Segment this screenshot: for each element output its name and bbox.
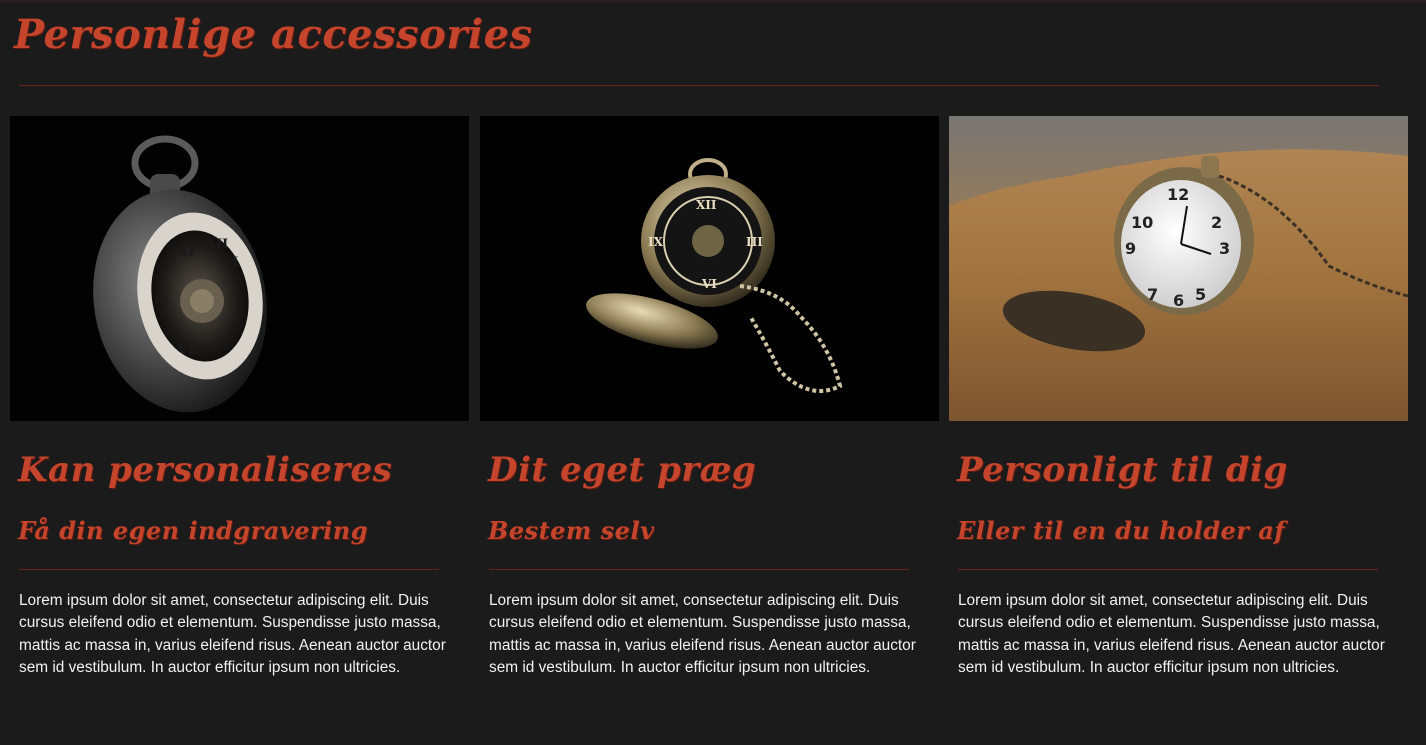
card-subheading: Få din egen indgravering (18, 516, 368, 545)
card-image-watch-dark: XI XII I IX VII (10, 116, 469, 421)
card-image-watch-open: XII IX III VI (480, 116, 939, 421)
svg-text:10: 10 (1131, 213, 1153, 232)
card-praeg: XII IX III VI Dit eget præg Bestem selv … (480, 116, 939, 676)
card-heading: Dit eget præg (488, 450, 757, 490)
card-subheading: Eller til en du holder af (957, 516, 1286, 545)
svg-text:9: 9 (1125, 239, 1136, 258)
top-border (0, 0, 1426, 3)
page: Personlige accessories XI XII I IX VII K… (0, 0, 1426, 745)
svg-text:6: 6 (1173, 291, 1184, 310)
card-divider (19, 569, 439, 570)
pocket-watch-dark-icon: XI XII I IX VII (10, 116, 469, 421)
svg-text:VI: VI (701, 277, 717, 291)
card-subheading: Bestem selv (488, 516, 655, 545)
card-divider (958, 569, 1378, 570)
svg-text:XI: XI (178, 245, 194, 260)
svg-text:XII: XII (696, 198, 717, 212)
svg-text:IX: IX (648, 235, 664, 249)
svg-text:12: 12 (1167, 185, 1189, 204)
svg-text:5: 5 (1195, 285, 1206, 304)
title-divider (19, 85, 1379, 86)
card-personaliseres: XI XII I IX VII Kan personaliseres Få di… (10, 116, 469, 676)
svg-text:IX: IX (154, 293, 171, 308)
page-title: Personlige accessories (14, 11, 533, 58)
svg-text:3: 3 (1219, 239, 1230, 258)
pocket-watch-open-icon: XII IX III VI (480, 116, 939, 421)
card-divider (489, 569, 909, 570)
card-text: Lorem ipsum dolor sit amet, consectetur … (19, 592, 446, 676)
svg-text:2: 2 (1211, 213, 1222, 232)
card-heading: Kan personaliseres (18, 450, 393, 490)
card-personligt: 12 10 2 9 3 7 6 5 Personligt til dig Ell… (949, 116, 1408, 676)
svg-text:7: 7 (1147, 285, 1158, 304)
svg-text:VII: VII (177, 343, 200, 358)
svg-text:XII: XII (206, 237, 228, 252)
svg-text:I: I (232, 255, 238, 270)
card-text: Lorem ipsum dolor sit amet, consectetur … (958, 592, 1385, 676)
card-image-watch-sand: 12 10 2 9 3 7 6 5 (949, 116, 1408, 421)
pocket-watch-sand-icon: 12 10 2 9 3 7 6 5 (949, 116, 1408, 421)
card-text: Lorem ipsum dolor sit amet, consectetur … (489, 592, 916, 676)
svg-text:III: III (746, 235, 763, 249)
card-heading: Personligt til dig (957, 450, 1288, 490)
